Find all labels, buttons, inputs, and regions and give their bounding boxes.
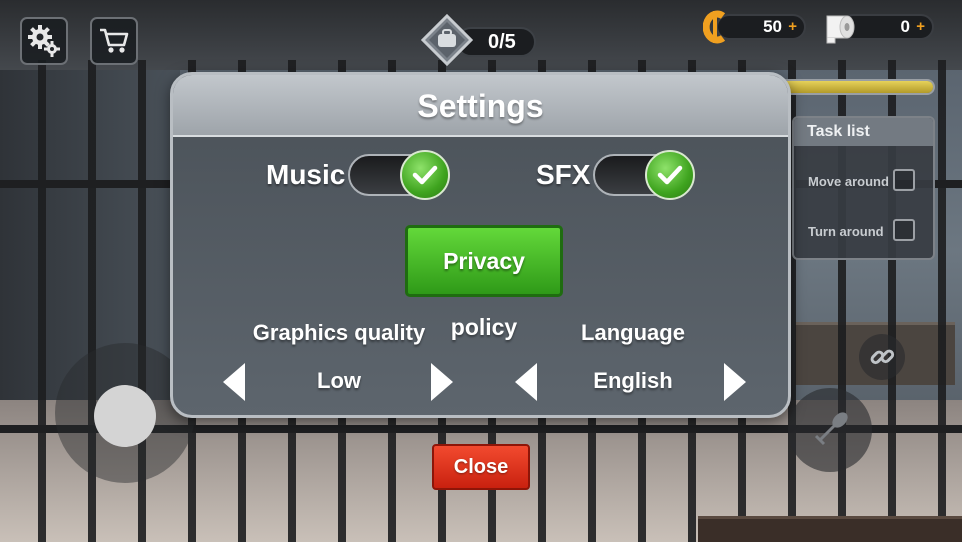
task-item: Turn around	[794, 217, 933, 247]
privacy-policy-button[interactable]: Privacy policy	[405, 225, 563, 340]
music-toggle-knob	[400, 150, 450, 200]
language-value: English	[593, 368, 673, 393]
music-label: Music	[266, 159, 346, 190]
graphics-prev-arrow[interactable]	[223, 363, 245, 401]
sfx-toggle[interactable]	[593, 150, 695, 200]
task-item: Move around	[794, 167, 933, 197]
sfx-toggle-knob	[645, 150, 695, 200]
check-icon	[657, 165, 683, 185]
coin-counter[interactable]: 50 +	[716, 14, 806, 40]
toilet-paper-icon	[826, 15, 855, 44]
progress-bar	[775, 79, 935, 95]
shovel-icon	[814, 412, 848, 446]
music-toggle[interactable]	[348, 150, 450, 200]
joystick-knob[interactable]	[94, 385, 156, 447]
toilet-paper-value: 0	[900, 17, 910, 36]
task-list-title: Task list	[794, 118, 933, 146]
chain-icon	[870, 349, 895, 365]
language-prev-arrow[interactable]	[515, 363, 537, 401]
sfx-label: SFX	[536, 159, 591, 190]
task-list-panel: Task list Move around Turn around	[792, 116, 935, 260]
cart-icon	[100, 28, 129, 53]
task-label: Move around	[808, 174, 889, 189]
settings-dialog: Settings Music SFX Privacy policy Graphi…	[170, 72, 791, 418]
check-icon	[412, 165, 438, 185]
toilet-paper-plus: +	[916, 18, 925, 35]
gears-icon	[28, 25, 60, 57]
settings-header: Settings	[173, 75, 788, 137]
settings-title: Settings	[417, 88, 544, 124]
settings-button[interactable]	[20, 17, 68, 65]
shop-button[interactable]	[90, 17, 138, 65]
language-label: Language	[581, 320, 685, 345]
task-checkbox	[893, 219, 915, 241]
language-next-arrow[interactable]	[724, 363, 746, 401]
collectibles-count: 0/5	[488, 31, 516, 53]
link-action-button[interactable]	[859, 334, 905, 380]
coin-value: 50	[763, 17, 782, 36]
table	[698, 516, 962, 542]
coin-icon	[703, 10, 726, 44]
coin-plus: +	[788, 18, 797, 35]
graphics-next-arrow[interactable]	[431, 363, 453, 401]
close-button[interactable]: Close	[432, 444, 530, 490]
graphics-quality-label: Graphics quality	[252, 320, 426, 345]
progress-fill	[777, 81, 933, 93]
graphics-quality-value: Low	[317, 368, 361, 393]
task-label: Turn around	[808, 224, 884, 239]
task-checkbox	[893, 169, 915, 191]
bag-icon	[421, 14, 473, 66]
shovel-action-button[interactable]	[788, 388, 872, 472]
